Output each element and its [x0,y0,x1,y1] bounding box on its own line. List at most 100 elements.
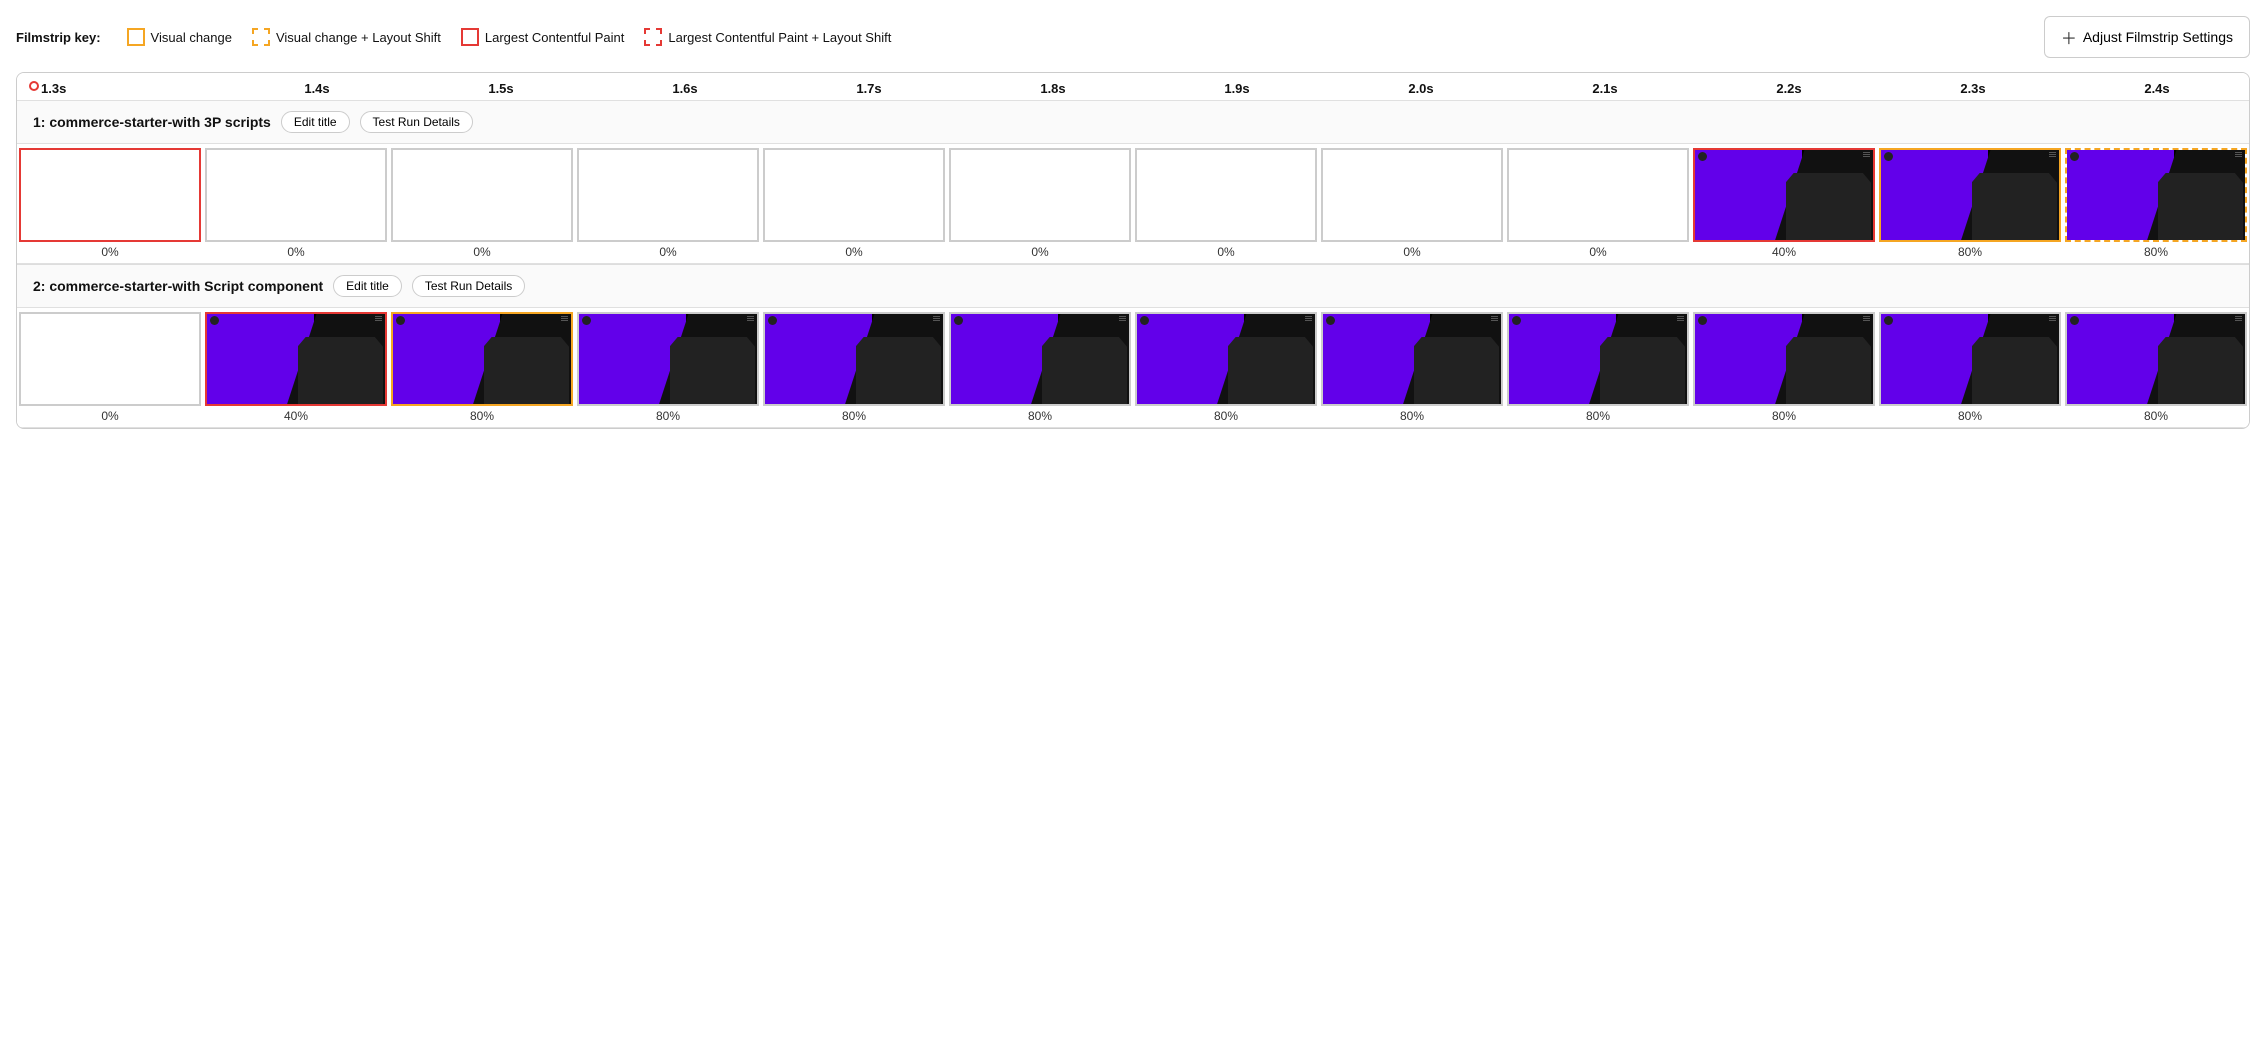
adjust-btn-label: Adjust Filmstrip Settings [2083,29,2233,45]
timeline-label-5: 1.8s [961,81,1145,96]
frame-pct-0: 0% [101,409,118,423]
timeline-label-3: 1.6s [593,81,777,96]
adjust-filmstrip-button[interactable]: ＋ Adjust Filmstrip Settings [2044,16,2250,58]
frame-empty-6 [1137,150,1315,240]
legend-box-lcp [461,28,479,46]
legend-key-label: Filmstrip key: [16,30,101,45]
frame-img-wrap-6 [1135,148,1317,242]
timeline-labels: 1.3s1.4s1.5s1.6s1.7s1.8s1.9s2.0s2.1s2.2s… [17,81,2249,96]
frame-9: New Short Sleeve T-Shirt$25.99 USDLightw… [1691,144,1877,263]
frame-icon-right [2049,316,2056,325]
frame-pct-6: 0% [1217,245,1234,259]
legend-item-visual-change: Visual change [127,28,232,46]
frame-3: 0% [575,144,761,263]
frame-empty-2 [393,150,571,240]
frame-img-wrap-10: New Short Sleeve T-Shirt$25.99 USDLightw… [1879,312,2061,406]
frame-pct-11: 80% [2144,245,2168,259]
legend-item-lcp: Largest Contentful Paint [461,28,624,46]
test-run-details-button-2[interactable]: Test Run Details [412,275,525,297]
edit-title-button-2[interactable]: Edit title [333,275,402,297]
frame-0: 0% [17,308,203,427]
frame-pct-10: 80% [1958,245,1982,259]
run-title-1: 1: commerce-starter-with 3P scripts [33,114,271,130]
run-header-2: 2: commerce-starter-with Script componen… [17,265,2249,308]
frame-pct-0: 0% [101,245,118,259]
frame-img-wrap-0 [19,312,201,406]
frame-pct-7: 0% [1403,245,1420,259]
frame-10: New Short Sleeve T-Shirt$25.99 USDLightw… [1877,144,2063,263]
frame-10: New Short Sleeve T-Shirt$25.99 USDLightw… [1877,308,2063,427]
frame-icon-right [1863,316,1870,325]
timeline-label-10: 2.3s [1881,81,2065,96]
frame-7: New Short Sleeve T-Shirt$25.99 USDLightw… [1319,308,1505,427]
frame-img-wrap-7 [1321,148,1503,242]
timeline-label-11: 2.4s [2065,81,2249,96]
timeline-label-2: 1.5s [409,81,593,96]
frame-icon-right [1491,316,1498,325]
frame-empty-0 [21,150,199,240]
frame-icon-right [2235,316,2242,325]
frame-6: 0% [1133,144,1319,263]
frame-img-wrap-0 [19,148,201,242]
frame-pct-9: 80% [1772,409,1796,423]
frame-icon-left [1698,152,1707,161]
run-title-2: 2: commerce-starter-with Script componen… [33,278,323,294]
lcp-dot [29,81,39,91]
frame-empty-1 [207,150,385,240]
frame-empty-4 [765,150,943,240]
frame-icon-left [1884,152,1893,161]
frame-4: 0% [761,144,947,263]
frame-8: New Short Sleeve T-Shirt$25.99 USDLightw… [1505,308,1691,427]
frames-row-1: 0%0%0%0%0%0%0%0%0%New Short Sleeve T-Shi… [17,144,2249,264]
frame-1: 0% [203,144,389,263]
frame-img-wrap-10: New Short Sleeve T-Shirt$25.99 USDLightw… [1879,148,2061,242]
timeline-label-1: 1.4s [225,81,409,96]
frame-icon-left [1698,316,1707,325]
frame-icon-right [2049,152,2056,161]
frame-pct-5: 0% [1031,245,1048,259]
timeline-label-7: 2.0s [1329,81,1513,96]
frame-5: New Short Sleeve T-Shirt$25.99 USDLightw… [947,308,1133,427]
frame-8: 0% [1505,144,1691,263]
frame-pct-4: 80% [842,409,866,423]
frame-4: New Short Sleeve T-Shirt$25.99 USDLightw… [761,308,947,427]
frame-pct-10: 80% [1958,409,1982,423]
frame-img-wrap-3 [577,148,759,242]
frame-empty-8 [1509,150,1687,240]
frame-7: 0% [1319,144,1505,263]
legend-box-visual-layout [252,28,270,46]
frame-11: New Short Sleeve T-Shirt$25.99 USDLightw… [2063,144,2249,263]
frame-0: 0% [17,144,203,263]
frame-11: New Short Sleeve T-Shirt$25.99 USDLightw… [2063,308,2249,427]
frame-pct-4: 0% [845,245,862,259]
frame-icon-left [396,316,405,325]
timeline-label-6: 1.9s [1145,81,1329,96]
frame-img-wrap-3: New Short Sleeve T-Shirt$25.99 USDLightw… [577,312,759,406]
frame-icon-right [933,316,940,325]
run-header-1: 1: commerce-starter-with 3P scripts Edit… [17,101,2249,144]
frame-6: New Short Sleeve T-Shirt$25.99 USDLightw… [1133,308,1319,427]
frame-pct-5: 80% [1028,409,1052,423]
frame-icon-left [582,316,591,325]
frame-img-wrap-5: New Short Sleeve T-Shirt$25.99 USDLightw… [949,312,1131,406]
edit-title-button-1[interactable]: Edit title [281,111,350,133]
frame-icon-left [1140,316,1149,325]
frame-pct-8: 80% [1586,409,1610,423]
frame-img-wrap-7: New Short Sleeve T-Shirt$25.99 USDLightw… [1321,312,1503,406]
timeline-label-8: 2.1s [1513,81,1697,96]
legend-box-lcp-layout [644,28,662,46]
frame-empty-5 [951,150,1129,240]
frame-icon-right [1119,316,1126,325]
legend-box-visual-change [127,28,145,46]
frame-icon-left [1512,316,1521,325]
test-run-details-button-1[interactable]: Test Run Details [360,111,473,133]
legend-label-visual-change: Visual change [151,30,232,45]
frame-5: 0% [947,144,1133,263]
timeline-row: 1.3s1.4s1.5s1.6s1.7s1.8s1.9s2.0s2.1s2.2s… [17,73,2249,101]
frame-img-wrap-4: New Short Sleeve T-Shirt$25.99 USDLightw… [763,312,945,406]
frame-pct-6: 80% [1214,409,1238,423]
legend-item-visual-layout: Visual change + Layout Shift [252,28,441,46]
frame-pct-11: 80% [2144,409,2168,423]
frame-9: New Short Sleeve T-Shirt$25.99 USDLightw… [1691,308,1877,427]
frame-img-wrap-1 [205,148,387,242]
